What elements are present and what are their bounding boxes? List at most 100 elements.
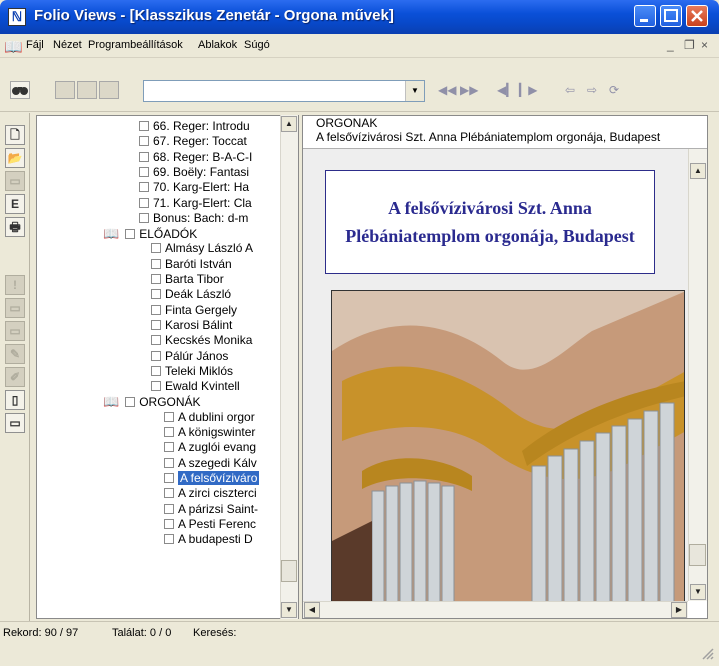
checkbox[interactable]: [125, 229, 136, 240]
filter-icon[interactable]: [99, 81, 119, 99]
checkbox[interactable]: [151, 381, 161, 392]
scroll-up-icon[interactable]: ▲: [690, 163, 706, 179]
book-icon[interactable]: 📖: [103, 226, 119, 241]
new-document-icon[interactable]: 🗋: [5, 125, 25, 145]
checkbox[interactable]: [139, 166, 149, 177]
save-icon[interactable]: ▭: [5, 171, 25, 191]
tree-item[interactable]: 70. Karg-Elert: Ha: [139, 180, 279, 195]
checkbox[interactable]: [151, 350, 161, 361]
tree-item[interactable]: Finta Gergely: [151, 303, 279, 318]
checkbox[interactable]: [139, 151, 149, 162]
tree-item[interactable]: Kecskés Monika: [151, 333, 279, 348]
scroll-down-icon[interactable]: ▼: [690, 584, 706, 600]
tree-item[interactable]: A szegedi Kálv: [164, 456, 279, 471]
resize-grip-icon[interactable]: [700, 646, 714, 660]
tree-item[interactable]: 69. Boëly: Fantasi: [139, 165, 279, 180]
tree-item[interactable]: Ewald Kvintell: [151, 379, 279, 394]
tree-item[interactable]: A dublini orgor: [164, 410, 279, 425]
pen-icon[interactable]: ✐: [5, 367, 25, 387]
checkbox[interactable]: [139, 121, 149, 131]
book-icon[interactable]: ℕ: [8, 8, 26, 26]
menu-help[interactable]: Súgó: [244, 39, 270, 51]
checkbox[interactable]: [139, 212, 149, 223]
checkbox[interactable]: [164, 442, 174, 453]
document-icon[interactable]: 📖: [4, 38, 23, 56]
tree-item[interactable]: Karosi Bálint: [151, 318, 279, 333]
highlighter-icon[interactable]: ✎: [5, 344, 25, 364]
checkbox[interactable]: [164, 518, 174, 529]
tree-category[interactable]: 📖 ORGONÁK: [103, 394, 279, 409]
tree-item[interactable]: Bonus: Bach: d-m: [139, 211, 279, 226]
doc-vertical-scrollbar[interactable]: [688, 149, 707, 601]
menu-file[interactable]: Fájl: [26, 39, 44, 51]
tree-item[interactable]: Almásy László A: [151, 241, 279, 256]
book-icon[interactable]: ▯: [5, 390, 25, 410]
checkbox[interactable]: [125, 397, 136, 408]
tree-item[interactable]: 67. Reger: Toccat: [139, 134, 279, 149]
checkbox[interactable]: [139, 136, 149, 147]
menu-windows[interactable]: Ablakok: [198, 39, 237, 51]
back-arrow-icon[interactable]: ⇦: [561, 80, 579, 100]
checkbox[interactable]: [151, 274, 161, 284]
tree-item[interactable]: 66. Reger: Introdu: [139, 119, 279, 134]
search-input[interactable]: [143, 80, 425, 102]
tree-item[interactable]: Deák László: [151, 287, 279, 302]
open-folder-icon[interactable]: 📂: [5, 148, 25, 168]
tree-scrollbar[interactable]: [280, 115, 298, 619]
tree-item[interactable]: A Pesti Ferenc: [164, 517, 279, 532]
book-icon[interactable]: 📖: [103, 394, 119, 409]
next-record-button[interactable]: ▎▶: [519, 80, 537, 100]
doc-horizontal-scrollbar[interactable]: [303, 601, 688, 618]
tree-item[interactable]: 71. Karg-Elert: Cla: [139, 196, 279, 211]
prev-record-button[interactable]: ◀▎: [497, 80, 515, 100]
query-icon[interactable]: [55, 81, 75, 99]
checkbox[interactable]: [151, 243, 161, 254]
tree-category[interactable]: 📖 ELŐADÓK: [103, 226, 279, 241]
checkbox[interactable]: [164, 503, 174, 514]
scroll-up-icon[interactable]: ▲: [281, 116, 297, 132]
menu-view[interactable]: Nézet: [53, 39, 82, 51]
print-icon[interactable]: 🖶: [5, 217, 25, 237]
tree-item[interactable]: A párizsi Saint-: [164, 502, 279, 517]
checkbox[interactable]: [151, 319, 161, 330]
popup-icon[interactable]: ▭: [5, 321, 25, 341]
maximize-button[interactable]: [660, 5, 682, 27]
checkbox[interactable]: [151, 335, 161, 346]
tree-item[interactable]: A zirci ciszterci: [164, 486, 279, 501]
tree-item[interactable]: A felsővíziváro: [164, 470, 279, 486]
checkbox[interactable]: [139, 197, 149, 208]
checkbox[interactable]: [151, 304, 161, 315]
checkbox[interactable]: [164, 534, 174, 545]
checkbox[interactable]: [139, 182, 149, 193]
close-button[interactable]: [686, 5, 708, 27]
edit-icon[interactable]: E: [5, 194, 25, 214]
history-icon[interactable]: ⟳: [605, 80, 623, 100]
scroll-down-icon[interactable]: ▼: [281, 602, 297, 618]
bookmark-icon[interactable]: ▭: [5, 298, 25, 318]
mdi-minimize-button[interactable]: _: [667, 38, 674, 52]
doc-scroll-thumb[interactable]: [689, 544, 706, 566]
chevron-down-icon[interactable]: ▼: [405, 81, 424, 101]
tree-item[interactable]: Baróti István: [151, 257, 279, 272]
checkbox[interactable]: [164, 411, 174, 422]
checkbox[interactable]: [151, 258, 161, 269]
tree-item[interactable]: 68. Reger: B-A-C-I: [139, 150, 279, 165]
forward-arrow-icon[interactable]: ⇨: [583, 80, 601, 100]
binoculars-icon[interactable]: [10, 81, 30, 99]
mdi-restore-button[interactable]: ❐: [684, 38, 695, 52]
checkbox[interactable]: [151, 365, 161, 376]
scroll-left-icon[interactable]: ◀: [304, 602, 320, 618]
tree-item[interactable]: A zuglói evang: [164, 440, 279, 455]
tree-item[interactable]: Pálúr János: [151, 349, 279, 364]
tree-item[interactable]: Teleki Miklós: [151, 364, 279, 379]
checkbox[interactable]: [164, 427, 174, 437]
tree-item[interactable]: Barta Tibor: [151, 272, 279, 287]
search-results-icon[interactable]: [77, 81, 97, 99]
checkbox[interactable]: [164, 488, 174, 499]
checkbox[interactable]: [164, 457, 174, 468]
mdi-close-button[interactable]: ×: [701, 38, 708, 52]
checkbox[interactable]: [164, 472, 174, 483]
tree-scroll-thumb[interactable]: [281, 560, 297, 582]
menu-settings[interactable]: Programbeállítások: [88, 39, 183, 51]
tree-item[interactable]: A königswinter: [164, 425, 279, 440]
